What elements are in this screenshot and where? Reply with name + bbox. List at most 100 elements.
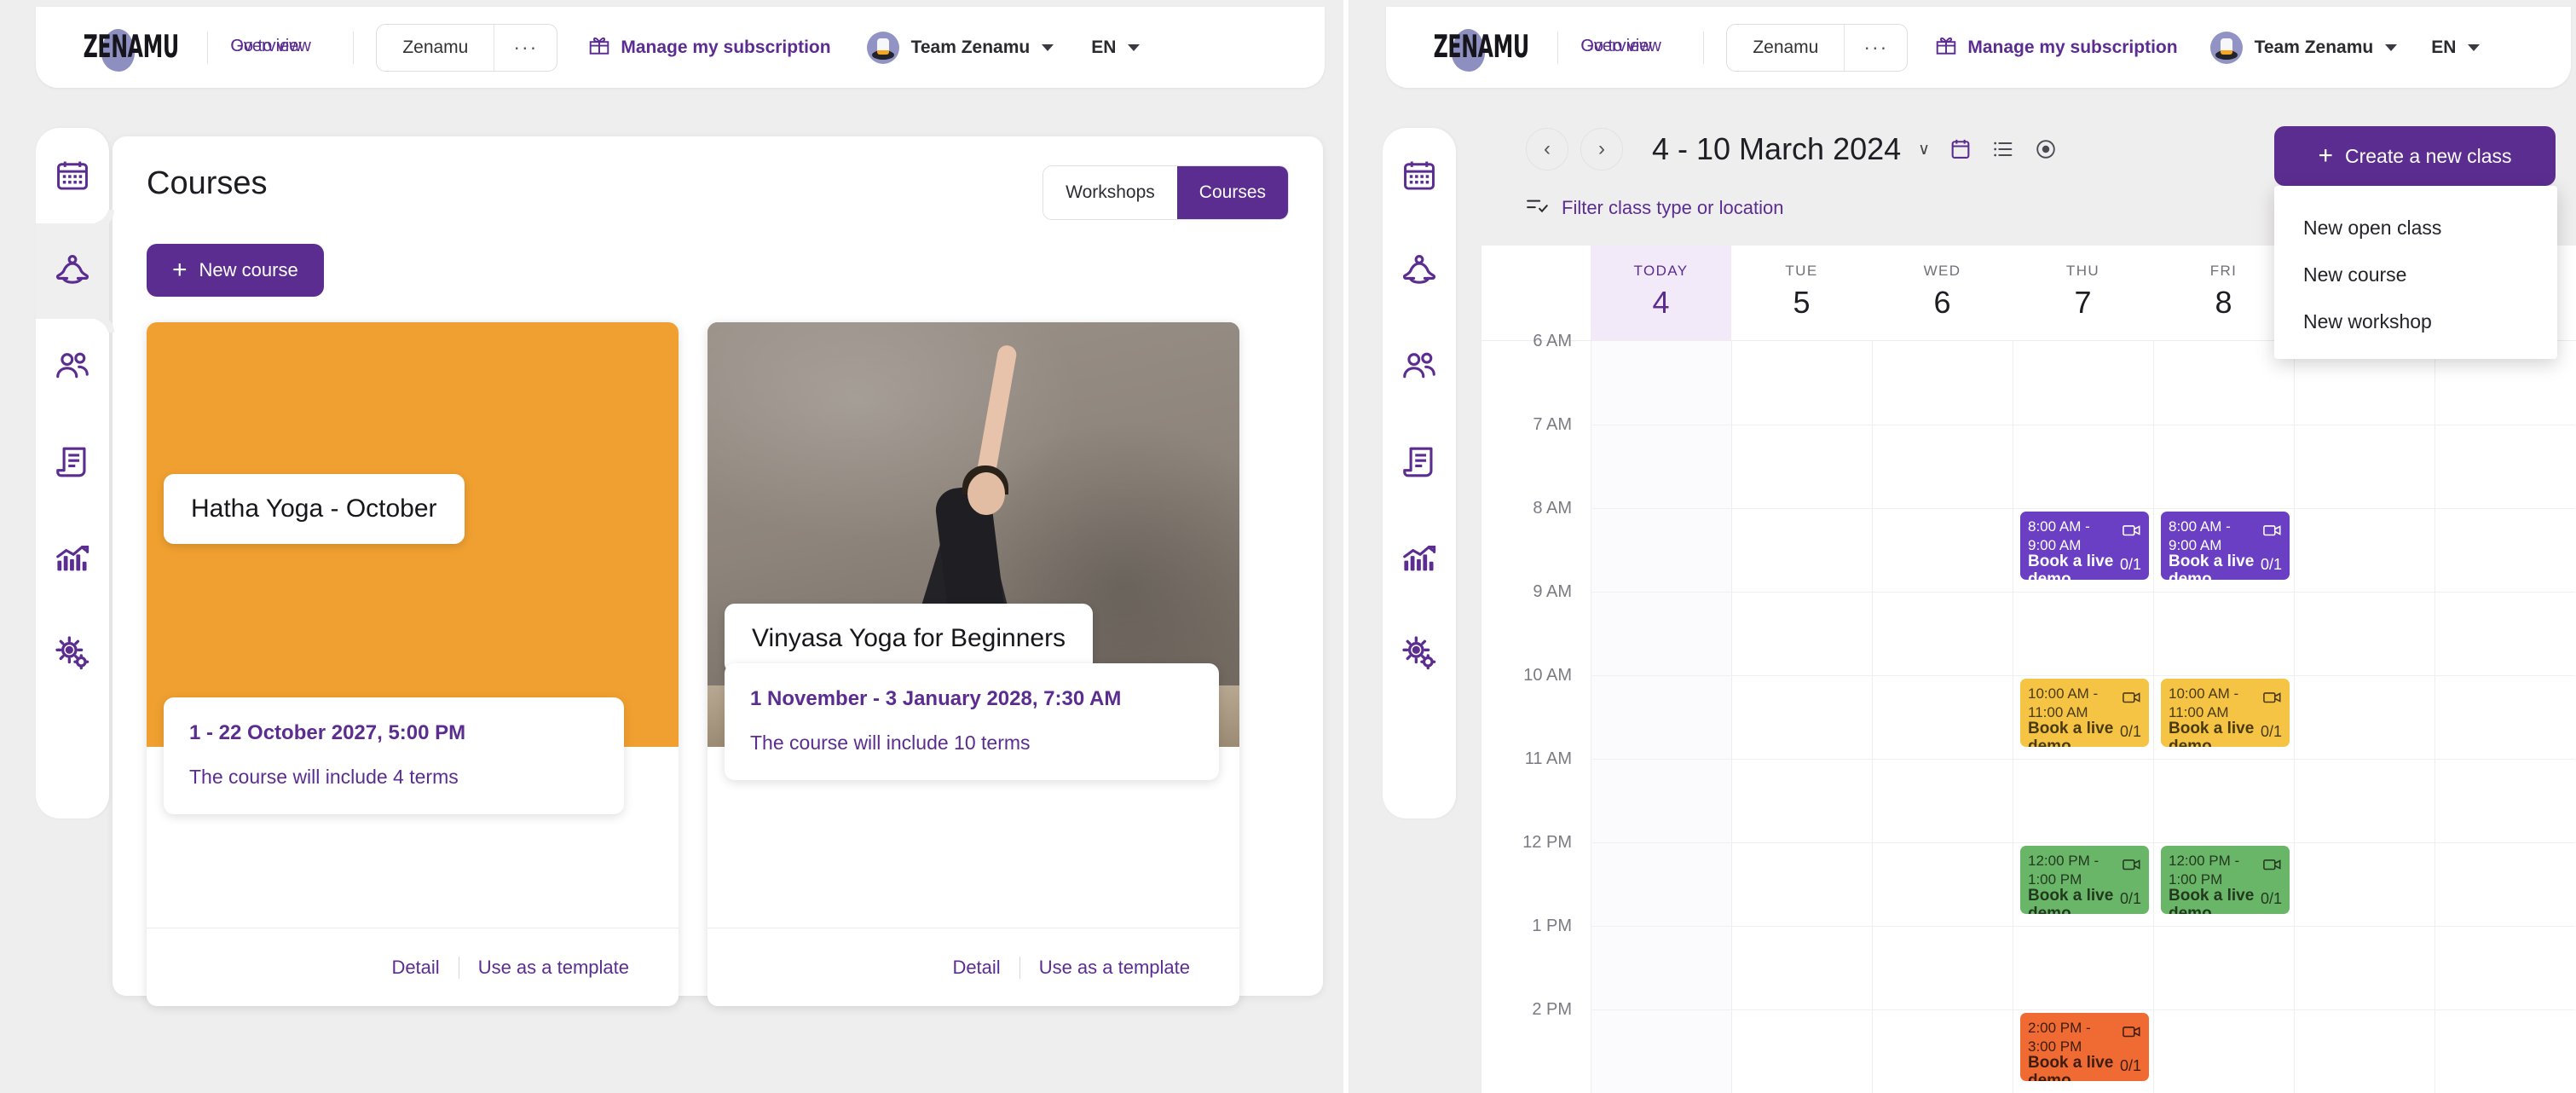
time-cell[interactable] (2434, 926, 2575, 1009)
sidebar-item-invoices[interactable] (36, 414, 109, 510)
time-cell[interactable] (2294, 1009, 2434, 1093)
sidebar-item-settings-right[interactable] (1383, 605, 1456, 701)
manage-subscription-link-right[interactable]: Manage my subscription (1935, 34, 2178, 61)
course-template-link[interactable]: Use as a template (1020, 957, 1209, 979)
day-column-header-today[interactable]: TODAY 4 (1591, 246, 1731, 340)
time-cell[interactable] (2153, 341, 2294, 425)
calendar-event[interactable]: 8:00 AM - 9:00 AM Book a live demo 0/1 (2020, 512, 2149, 580)
calendar-event[interactable]: 8:00 AM - 9:00 AM Book a live demo 0/1 (2161, 512, 2290, 580)
sidebar-item-statistics[interactable] (36, 510, 109, 605)
time-cell[interactable] (1731, 341, 1872, 425)
time-cell[interactable] (1591, 842, 1731, 926)
time-cell[interactable] (1731, 675, 1872, 759)
course-detail-link[interactable]: Detail (373, 957, 458, 979)
course-template-link[interactable]: Use as a template (459, 957, 648, 979)
prev-week-button[interactable]: ‹ (1526, 128, 1568, 171)
time-cell[interactable] (1591, 341, 1731, 425)
org-more-button-right[interactable]: ··· (1845, 38, 1907, 57)
day-column-header[interactable]: FRI 8 (2153, 246, 2294, 340)
time-cell[interactable] (2013, 926, 2153, 1009)
time-cell[interactable] (1591, 675, 1731, 759)
time-cell[interactable] (2434, 1009, 2575, 1093)
list-view-icon[interactable] (1991, 137, 2015, 161)
create-new-class-button[interactable]: + Create a new class (2274, 126, 2556, 186)
time-cell[interactable] (2013, 425, 2153, 508)
org-switcher[interactable]: Zenamu ··· (376, 23, 558, 72)
language-switcher[interactable]: EN (1091, 38, 1141, 58)
time-cell[interactable] (2294, 425, 2434, 508)
menu-item-new-workshop[interactable]: New workshop (2274, 298, 2557, 345)
time-cell[interactable] (1591, 592, 1731, 675)
time-cell[interactable] (2434, 592, 2575, 675)
time-cell[interactable] (1591, 926, 1731, 1009)
org-more-button[interactable]: ··· (494, 38, 557, 57)
sidebar-item-classes-right[interactable] (1383, 223, 1456, 319)
sidebar-item-settings[interactable] (36, 605, 109, 701)
time-cell[interactable] (2294, 842, 2434, 926)
overview-nav-link[interactable]: Overview Go to view (230, 37, 331, 59)
time-cell[interactable] (1591, 759, 1731, 842)
time-cell[interactable] (1872, 842, 2013, 926)
sidebar-item-clients[interactable] (36, 319, 109, 414)
date-range-chevron-icon[interactable]: ∨ (1918, 140, 1930, 159)
calendar-event[interactable]: 10:00 AM - 11:00 AM Book a live demo 0/1 (2020, 679, 2149, 747)
next-week-button[interactable]: › (1580, 128, 1623, 171)
time-cell[interactable] (2153, 926, 2294, 1009)
time-cell[interactable] (1731, 425, 1872, 508)
time-cell[interactable] (1591, 508, 1731, 592)
team-switcher[interactable]: Team Zenamu (866, 31, 1054, 64)
time-cell[interactable] (1731, 759, 1872, 842)
calendar-event[interactable]: 10:00 AM - 11:00 AM Book a live demo 0/1 (2161, 679, 2290, 747)
time-cell[interactable] (2434, 675, 2575, 759)
time-cell[interactable] (2013, 341, 2153, 425)
calendar-event[interactable]: 12:00 PM - 1:00 PM Book a live demo 0/1 (2020, 846, 2149, 914)
day-column-header[interactable]: TUE 5 (1731, 246, 1872, 340)
time-cell[interactable] (2013, 759, 2153, 842)
tab-courses[interactable]: Courses (1176, 166, 1288, 219)
sidebar-item-clients-right[interactable] (1383, 319, 1456, 414)
calendar-view-icon[interactable] (1949, 137, 1972, 161)
time-cell[interactable] (1731, 508, 1872, 592)
time-cell[interactable] (2294, 926, 2434, 1009)
calendar-event[interactable]: 12:00 PM - 1:00 PM Book a live demo 0/1 (2161, 846, 2290, 914)
courses-type-toggle[interactable]: Workshops Courses (1043, 165, 1289, 220)
new-course-button[interactable]: + New course (147, 244, 324, 297)
tab-workshops[interactable]: Workshops (1043, 166, 1177, 219)
language-switcher-right[interactable]: EN (2431, 38, 2481, 58)
course-card[interactable]: Hatha Yoga - October 1 - 22 October 2027… (147, 322, 679, 1006)
zenamu-logo-right[interactable]: ZENAMU (1427, 29, 1535, 72)
time-cell[interactable] (1731, 592, 1872, 675)
overview-nav-link-right[interactable]: Overview Go to view (1580, 37, 1681, 59)
manage-subscription-link[interactable]: Manage my subscription (588, 34, 831, 61)
day-column-header[interactable]: THU 7 (2013, 246, 2153, 340)
time-cell[interactable] (1872, 926, 2013, 1009)
sidebar-item-classes[interactable] (36, 205, 109, 338)
team-switcher-right[interactable]: Team Zenamu (2209, 31, 2398, 64)
time-cell[interactable] (1872, 341, 2013, 425)
time-cell[interactable] (2294, 675, 2434, 759)
time-cell[interactable] (1872, 425, 2013, 508)
time-cell[interactable] (1591, 1009, 1731, 1093)
time-cell[interactable] (2153, 425, 2294, 508)
time-cell[interactable] (2294, 592, 2434, 675)
time-cell[interactable] (1731, 842, 1872, 926)
sidebar-item-invoices-right[interactable] (1383, 414, 1456, 510)
time-cell[interactable] (1872, 675, 2013, 759)
time-cell[interactable] (2153, 592, 2294, 675)
time-cell[interactable] (1591, 425, 1731, 508)
time-cell[interactable] (1872, 759, 2013, 842)
time-cell[interactable] (2013, 592, 2153, 675)
time-cell[interactable] (2434, 842, 2575, 926)
course-card[interactable]: Vinyasa Yoga for Beginners 1 November - … (708, 322, 1239, 1006)
time-cell[interactable] (2153, 1009, 2294, 1093)
course-detail-link[interactable]: Detail (933, 957, 1019, 979)
sidebar-item-statistics-right[interactable] (1383, 510, 1456, 605)
time-cell[interactable] (1731, 1009, 1872, 1093)
time-cell[interactable] (2434, 508, 2575, 592)
org-switcher-right[interactable]: Zenamu ··· (1726, 23, 1909, 72)
menu-item-new-course[interactable]: New course (2274, 252, 2557, 298)
day-column-header[interactable]: WED 6 (1872, 246, 2013, 340)
time-cell[interactable] (2294, 759, 2434, 842)
calendar-event[interactable]: 2:00 PM - 3:00 PM Book a live demo 0/1 (2020, 1013, 2149, 1081)
time-cell[interactable] (2153, 759, 2294, 842)
